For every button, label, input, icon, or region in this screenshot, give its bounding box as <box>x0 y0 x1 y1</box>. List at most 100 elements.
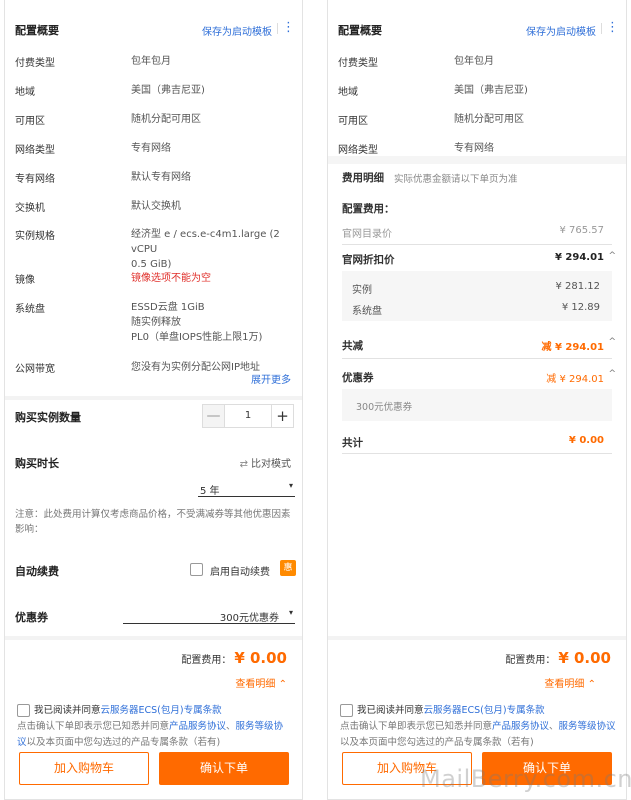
system-disk-line: PL0（单盘IOPS性能上限1万) <box>131 332 263 343</box>
instance-type-line: 经济型 e / ecs.e-c4m1.large (2 vCPU <box>131 229 280 255</box>
compare-mode-label: 比对模式 <box>251 459 291 470</box>
coupon-label: 优惠券 <box>15 611 48 624</box>
summary-title: 配置概要 <box>338 24 382 37</box>
quantity-label: 购买实例数量 <box>15 411 81 424</box>
more-options-icon[interactable]: ⋮ <box>282 20 295 35</box>
row-key: 实例规格 <box>15 231 55 242</box>
chevron-up-icon: ^ <box>608 337 616 347</box>
config-panel-right: 配置概要 保存为启动模板 ⋮ 付费类型 包年包月 地域 美国（弗吉尼亚) 可用区… <box>327 0 627 800</box>
save-template-link[interactable]: 保存为启动模板 <box>526 23 596 38</box>
image-error-text: 镜像选项不能为空 <box>131 273 211 284</box>
sla-link[interactable]: 服务等级协议 <box>559 721 616 732</box>
config-fee-amount: ¥ 0.00 <box>234 649 287 667</box>
coupon-item: 300元优惠券 <box>356 402 413 413</box>
ecs-terms-link[interactable]: 云服务器ECS(包月)专属条款 <box>424 705 545 716</box>
agree-separator: 、 <box>549 721 559 732</box>
expand-more-link[interactable]: 展开更多 <box>251 371 291 386</box>
increment-button[interactable]: + <box>271 405 293 427</box>
row-key: 网络类型 <box>338 145 378 156</box>
fee-detail-subtitle: 实际优惠金额请以下单页为准 <box>394 174 518 185</box>
coupon-breakdown: 300元优惠券 <box>342 389 612 421</box>
agree-prefix: 我已阅读并同意 <box>357 705 424 716</box>
header-divider <box>277 23 278 34</box>
agreement-text: 我已阅读并同意云服务器ECS(包月)专属条款 点击确认下单即表示您已知悉并同意产… <box>340 703 616 751</box>
row-key: 交换机 <box>15 203 45 214</box>
row-value: 经济型 e / ecs.e-c4m1.large (2 vCPU 0.5 GiB… <box>131 227 294 272</box>
discount-breakdown: 实例 ¥ 281.12 系统盘 ¥ 12.89 <box>342 271 612 321</box>
footer-divider <box>328 636 626 640</box>
caret-down-icon: ▾ <box>288 608 293 617</box>
header-divider <box>601 23 602 34</box>
confirm-order-button[interactable]: 确认下单 <box>159 752 289 785</box>
add-to-cart-button[interactable]: 加入购物车 <box>19 752 149 785</box>
chevron-up-icon: ^ <box>608 369 616 379</box>
instance-price: ¥ 281.12 <box>555 281 600 292</box>
service-agreement-link[interactable]: 产品服务协议 <box>169 721 226 732</box>
service-agreement-link[interactable]: 产品服务协议 <box>492 721 549 732</box>
auto-renew-checkbox[interactable] <box>190 563 203 576</box>
discount-price-label: 官网折扣价 <box>342 254 395 266</box>
row-value: 包年包月 <box>454 56 494 67</box>
view-detail-link[interactable]: 查看明细 ⌃ <box>235 675 287 690</box>
discount-badge: 惠 <box>280 560 296 576</box>
fee-detail-title: 费用明细 <box>342 172 384 184</box>
row-key: 付费类型 <box>15 58 55 69</box>
coupon-select[interactable]: 300元优惠券 ▾ <box>123 606 295 624</box>
system-disk-line: ESSD云盘 1GiB <box>131 302 205 313</box>
row-key: 地域 <box>15 87 35 98</box>
more-options-icon[interactable]: ⋮ <box>606 20 619 35</box>
agree-note-2: 以及本页面中您勾选过的产品专属条款（若有) <box>26 737 221 748</box>
quantity-input[interactable]: 1 <box>225 405 271 427</box>
config-panel-left: 配置概要 保存为启动模板 ⋮ 付费类型 包年包月 地域 美国（弗吉尼亚) 可用区… <box>4 0 303 800</box>
agree-prefix: 我已阅读并同意 <box>34 705 101 716</box>
view-detail-link[interactable]: 查看明细 ⌃ <box>544 675 596 690</box>
system-disk-line: 随实例释放 <box>131 317 181 328</box>
decrement-button[interactable]: — <box>203 405 225 427</box>
view-detail-label: 查看明细 <box>235 679 276 690</box>
row-value: 专有网络 <box>454 143 494 154</box>
total-saving-label: 共减 <box>342 340 363 352</box>
row-key: 付费类型 <box>338 58 378 69</box>
row-key: 镜像 <box>15 275 35 286</box>
caret-down-icon: ▾ <box>288 481 293 490</box>
summary-header: 配置概要 保存为启动模板 ⋮ <box>338 20 619 40</box>
save-template-link[interactable]: 保存为启动模板 <box>202 23 272 38</box>
coupon-saving-value: 减 ¥ 294.01 <box>546 374 604 385</box>
row-key: 系统盘 <box>15 304 45 315</box>
instance-type-line: 0.5 GiB) <box>131 259 172 270</box>
list-price-value: ¥ 765.57 <box>559 225 604 236</box>
divider <box>342 453 612 454</box>
price-note: 注意：此处费用计算仅考虑商品价格，不受满减券等其他优惠因素影响： <box>15 509 291 535</box>
disk-label: 系统盘 <box>352 306 382 317</box>
row-value: 美国（弗吉尼亚) <box>454 85 528 96</box>
disk-price: ¥ 12.89 <box>561 302 600 313</box>
instance-label: 实例 <box>352 285 372 296</box>
compare-mode-toggle[interactable]: ⇄ 比对模式 <box>240 455 291 470</box>
discount-price-value: ¥ 294.01 <box>554 252 604 263</box>
agree-note: 点击确认下单即表示您已知悉并同意 <box>17 721 170 732</box>
agreement-text: 我已阅读并同意云服务器ECS(包月)专属条款 点击确认下单即表示您已知悉并同意产… <box>17 703 292 751</box>
quantity-stepper: — 1 + <box>202 404 294 428</box>
total-saving-value: 减 ¥ 294.01 <box>541 342 604 353</box>
row-value: 默认交换机 <box>131 201 181 212</box>
config-fee-amount: ¥ 0.00 <box>558 649 611 667</box>
divider <box>342 244 612 245</box>
auto-renew-checkbox-label[interactable]: 启用自动续费 <box>210 563 270 578</box>
config-fee-label: 配置费用： <box>181 655 232 666</box>
view-detail-label: 查看明细 <box>544 679 585 690</box>
row-value: 随机分配可用区 <box>454 114 524 125</box>
divider <box>342 358 612 359</box>
summary-header: 配置概要 保存为启动模板 ⋮ <box>15 20 295 40</box>
footer-divider <box>5 636 302 640</box>
row-value: 随机分配可用区 <box>131 114 201 125</box>
auto-renew-label: 自动续费 <box>15 565 59 578</box>
row-key: 网络类型 <box>15 145 55 156</box>
ecs-terms-link[interactable]: 云服务器ECS(包月)专属条款 <box>101 705 222 716</box>
row-value: 专有网络 <box>131 143 171 154</box>
row-key: 可用区 <box>338 116 368 127</box>
chevron-up-icon: ⌃ <box>587 679 596 690</box>
chevron-up-icon: ⌃ <box>278 679 287 690</box>
row-key: 专有网络 <box>15 174 55 185</box>
config-fee: 配置费用： ¥ 0.00 <box>181 649 287 667</box>
duration-select[interactable]: 5 年 ▾ <box>198 479 295 497</box>
